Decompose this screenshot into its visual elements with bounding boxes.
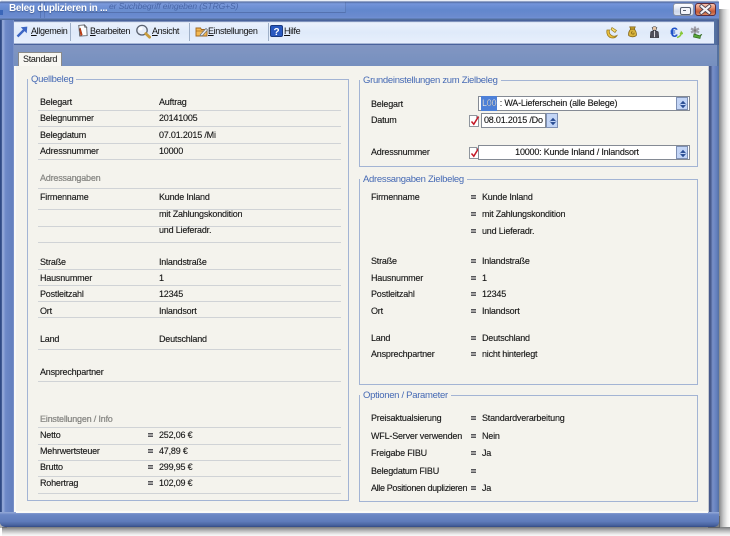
svg-text:?: ? [273, 27, 279, 38]
